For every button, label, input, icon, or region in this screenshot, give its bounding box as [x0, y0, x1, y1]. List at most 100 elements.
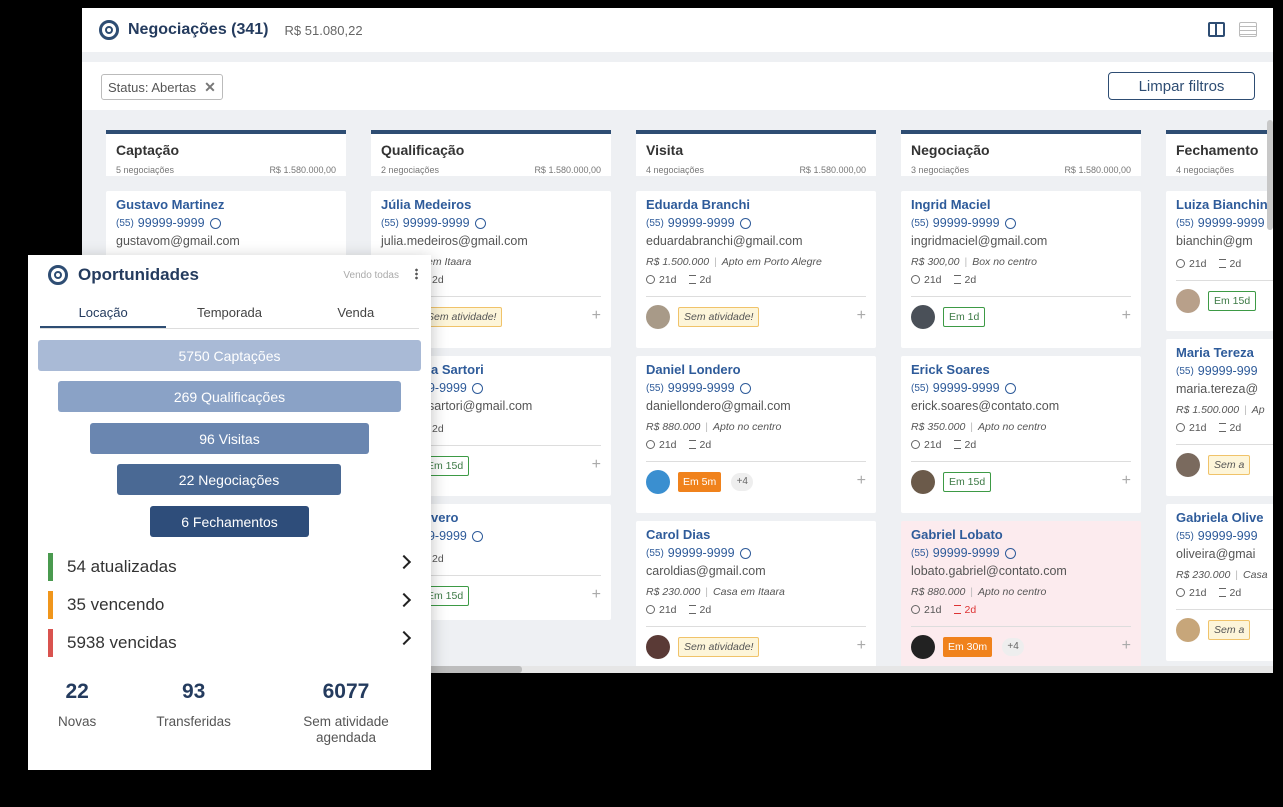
add-icon[interactable]: +: [1122, 307, 1131, 325]
funnel-stage-qualificacoes[interactable]: 269 Qualificações: [58, 381, 401, 412]
contact-phone[interactable]: (55) 99999-999: [1176, 364, 1273, 378]
status-row-vencidas[interactable]: 5938 vencidas: [48, 624, 412, 662]
funnel-stage-negociacoes[interactable]: 22 Negociações: [117, 464, 341, 495]
status-row-vencendo[interactable]: 35 vencendo: [48, 586, 412, 624]
deal-card[interactable]: Eduarda Branchi (55) 99999-9999 eduardabr…: [636, 191, 876, 348]
clear-filters-button[interactable]: Limpar filtros: [1108, 72, 1255, 100]
deal-card[interactable]: Maria Tereza (55) 99999-999 maria.tereza@…: [1166, 339, 1273, 496]
deal-card[interactable]: Gabriel Lobato (55) 99999-9999 lobato.gab…: [901, 521, 1141, 667]
whatsapp-icon[interactable]: [1004, 547, 1016, 559]
table-view-icon[interactable]: [1239, 22, 1257, 37]
contact-phone[interactable]: (55) 99999-9999: [381, 216, 601, 230]
activity-badge[interactable]: Em 15d: [1208, 290, 1257, 311]
counter-novas[interactable]: 22 Novas: [58, 680, 96, 746]
avatar[interactable]: [911, 634, 935, 659]
contact-phone[interactable]: (55) 99999-9999: [911, 381, 1131, 395]
avatar[interactable]: [646, 304, 670, 329]
contact-phone[interactable]: (55) 99999-9999: [646, 381, 866, 395]
contact-name[interactable]: Maria Tereza: [1176, 345, 1273, 360]
see-all-link[interactable]: Vendo todas: [343, 270, 399, 281]
whatsapp-icon[interactable]: [739, 382, 751, 394]
funnel-stage-captacoes[interactable]: 5750 Captações: [38, 340, 421, 371]
add-icon[interactable]: +: [1122, 637, 1131, 655]
contact-phone[interactable]: (55) 99999-9999: [116, 216, 336, 230]
deal-card[interactable]: Gabriela Olive (55) 99999-999 oliveira@gm…: [1166, 504, 1273, 661]
contact-phone[interactable]: (55) 99999-999: [1176, 529, 1273, 543]
deal-card[interactable]: Luiza Bianchin (55) 99999-9999 bianchin@g…: [1166, 191, 1273, 331]
more-count[interactable]: +4: [1002, 637, 1025, 656]
deal-card[interactable]: Erick Soares (55) 99999-9999 erick.soares…: [901, 356, 1141, 513]
avatar[interactable]: [1176, 617, 1200, 642]
tab-temporada[interactable]: Temporada: [166, 295, 292, 328]
add-icon[interactable]: +: [857, 472, 866, 490]
contact-name[interactable]: Gabriela Olive: [1176, 510, 1273, 525]
add-icon[interactable]: +: [1122, 472, 1131, 490]
contact-name[interactable]: vero: [431, 510, 601, 525]
deal-card[interactable]: Daniel Londero (55) 99999-9999 daniellond…: [636, 356, 876, 513]
whatsapp-icon[interactable]: [1004, 217, 1016, 229]
add-icon[interactable]: +: [592, 307, 601, 325]
add-icon[interactable]: +: [857, 307, 866, 325]
activity-badge[interactable]: Sem atividade!: [678, 306, 760, 327]
close-icon[interactable]: ✕: [204, 79, 216, 96]
activity-badge[interactable]: Em 30m: [943, 636, 993, 657]
status-row-atualizadas[interactable]: 54 atualizadas: [48, 548, 412, 586]
add-icon[interactable]: +: [857, 637, 866, 655]
activity-badge[interactable]: Sem a: [1208, 619, 1251, 640]
contact-name[interactable]: Erick Soares: [911, 362, 1131, 377]
whatsapp-icon[interactable]: [209, 217, 221, 229]
contact-phone[interactable]: 99-9999: [421, 529, 601, 543]
counter-transferidas[interactable]: 93 Transferidas: [156, 680, 231, 746]
activity-badge[interactable]: Em 1d: [943, 306, 986, 327]
contact-phone[interactable]: (55) 99999-9999: [911, 216, 1131, 230]
chevron-right-icon[interactable]: [396, 554, 412, 570]
contact-name[interactable]: Gabriel Lobato: [911, 527, 1131, 542]
whatsapp-icon[interactable]: [474, 217, 486, 229]
avatar[interactable]: [911, 469, 935, 494]
contact-phone[interactable]: (55) 99999-9999: [911, 546, 1131, 560]
contact-name[interactable]: Gustavo Martinez: [116, 197, 336, 212]
contact-phone[interactable]: (55) 99999-9999: [646, 546, 866, 560]
avatar[interactable]: [1176, 452, 1200, 477]
contact-name[interactable]: Luiza Bianchin: [1176, 197, 1273, 212]
contact-phone[interactable]: (55) 99999-9999: [1176, 216, 1273, 230]
funnel-stage-fechamentos[interactable]: 6 Fechamentos: [150, 506, 309, 537]
chevron-right-icon[interactable]: [396, 630, 412, 646]
add-icon[interactable]: +: [592, 456, 601, 474]
counter-sem-atividade[interactable]: 6077 Sem atividade agendada: [291, 680, 401, 746]
vertical-scrollbar[interactable]: [1267, 120, 1273, 230]
whatsapp-icon[interactable]: [471, 530, 483, 542]
whatsapp-icon[interactable]: [739, 547, 751, 559]
more-vertical-icon[interactable]: [415, 268, 418, 280]
deal-card[interactable]: Gustavo Martinez (55) 99999-9999 gustavom…: [106, 191, 346, 261]
whatsapp-icon[interactable]: [739, 217, 751, 229]
contact-name[interactable]: Ingrid Maciel: [911, 197, 1131, 212]
avatar[interactable]: [1176, 288, 1200, 313]
activity-badge[interactable]: Sem atividade!: [678, 636, 760, 657]
tab-locacao[interactable]: Locação: [40, 295, 167, 328]
avatar[interactable]: [646, 634, 670, 659]
whatsapp-icon[interactable]: [471, 382, 483, 394]
contact-name[interactable]: Júlia Medeiros: [381, 197, 601, 212]
deal-card[interactable]: Carol Dias (55) 99999-9999 caroldias@gmai…: [636, 521, 876, 667]
whatsapp-icon[interactable]: [1004, 382, 1016, 394]
contact-name[interactable]: Daniel Londero: [646, 362, 866, 377]
add-icon[interactable]: +: [592, 586, 601, 604]
activity-badge[interactable]: Sem atividade!: [421, 306, 503, 327]
contact-name[interactable]: Eduarda Branchi: [646, 197, 866, 212]
more-count[interactable]: +4: [731, 472, 754, 491]
activity-badge[interactable]: Em 5m: [678, 471, 722, 492]
chevron-right-icon[interactable]: [396, 592, 412, 608]
contact-phone[interactable]: (55) 99999-9999: [646, 216, 866, 230]
tab-venda[interactable]: Venda: [293, 295, 419, 328]
contact-name[interactable]: Carol Dias: [646, 527, 866, 542]
kanban-view-icon[interactable]: [1208, 22, 1225, 37]
contact-phone[interactable]: 99-9999: [421, 381, 601, 395]
activity-badge[interactable]: Em 15d: [943, 471, 992, 492]
avatar[interactable]: [911, 304, 935, 329]
funnel-stage-visitas[interactable]: 96 Visitas: [90, 423, 369, 454]
status-filter-chip[interactable]: Status: Abertas ✕: [101, 74, 223, 100]
activity-badge[interactable]: Sem a: [1208, 454, 1251, 475]
contact-name[interactable]: a Sartori: [431, 362, 601, 377]
deal-card[interactable]: Ingrid Maciel (55) 99999-9999 ingridmacie…: [901, 191, 1141, 348]
